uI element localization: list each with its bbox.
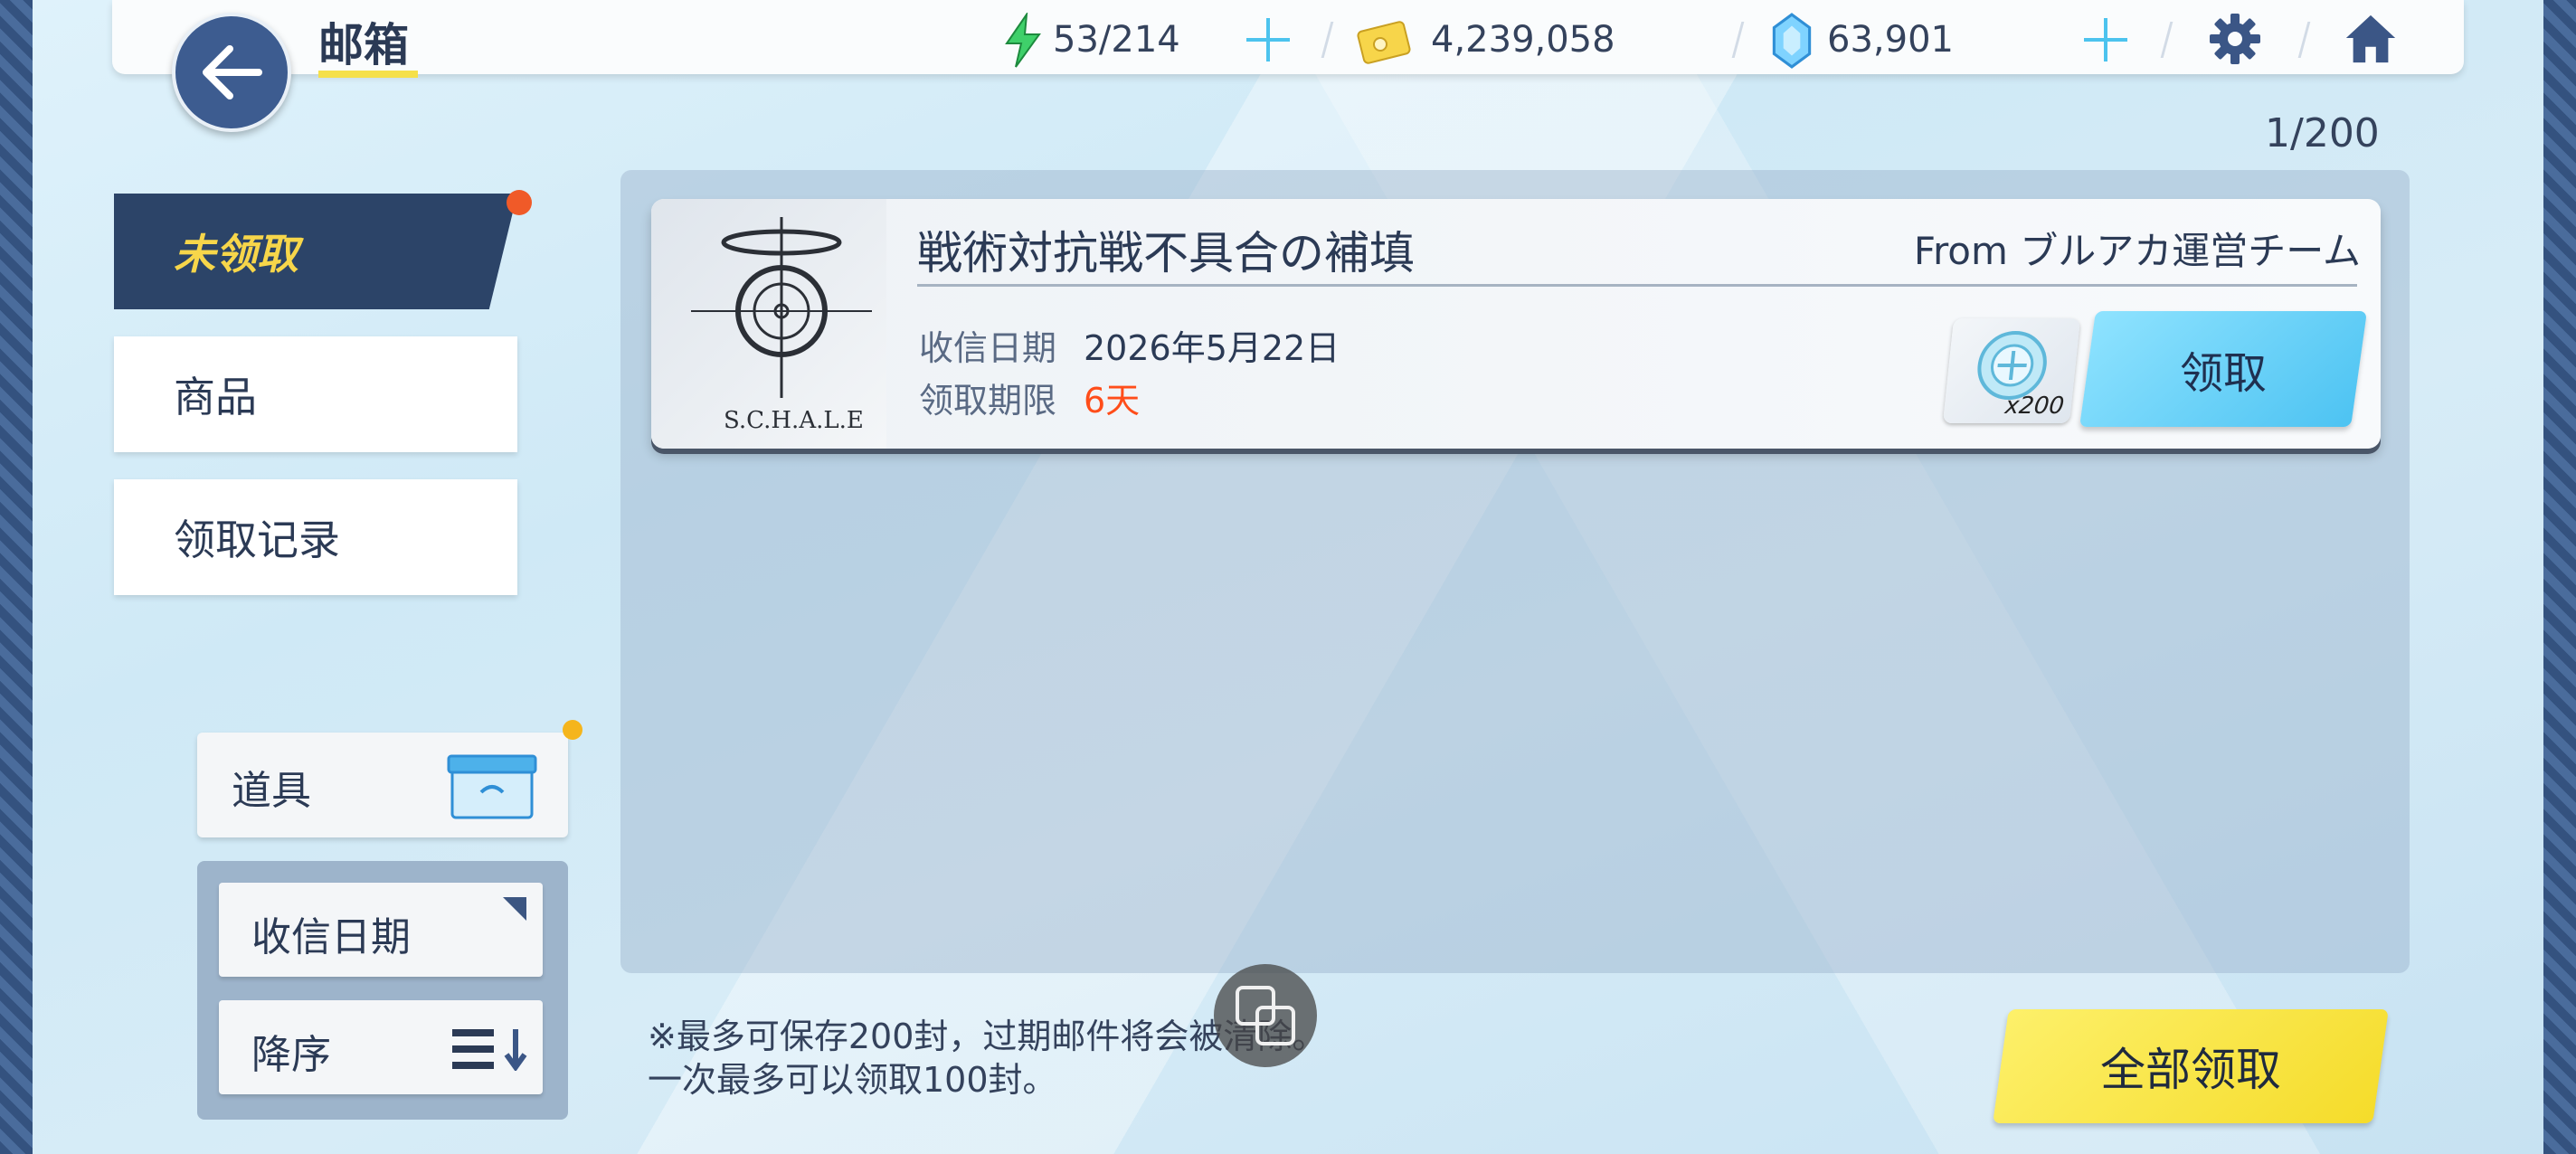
item-filter-label: 道具 <box>232 768 311 814</box>
credits-value: 4,239,058 <box>1431 19 1615 61</box>
sort-panel: 收信日期 降序 <box>197 861 568 1120</box>
claim-deadline-label: 领取期限 <box>919 381 1057 421</box>
stamina-value: 53/214 <box>1053 19 1180 61</box>
item-filter-button[interactable]: 道具 <box>197 733 568 837</box>
received-date-label: 收信日期 <box>919 328 1057 368</box>
sort-descending-icon <box>452 1029 527 1071</box>
claim-all-label: 全部领取 <box>2100 1044 2281 1096</box>
stamina-bolt-icon <box>1005 13 1041 68</box>
tab-unclaimed[interactable]: 未领取 <box>114 194 517 309</box>
claim-button-label: 领取 <box>2179 348 2267 399</box>
mail-title: 戦術対抗戦不具合の補填 <box>917 227 1415 279</box>
divider <box>917 284 2357 287</box>
sort-order-toggle[interactable]: 降序 <box>219 1000 543 1094</box>
page-title: 邮箱 <box>318 19 409 71</box>
tab-products[interactable]: 商品 <box>114 336 517 452</box>
title-underline <box>318 71 418 78</box>
claim-button[interactable]: 领取 <box>2079 311 2367 427</box>
notification-dot <box>507 190 532 215</box>
tab-claim-history[interactable]: 领取记录 <box>114 479 517 595</box>
add-stamina-button[interactable] <box>1241 13 1295 67</box>
translate-overlay-button[interactable] <box>1214 964 1317 1067</box>
mail-sender: From ブルアカ運営チーム <box>1913 229 2361 273</box>
back-button[interactable] <box>172 13 291 132</box>
mail-item[interactable]: S.C.H.A.L.E 戦術対抗戦不具合の補填 From ブルアカ運営チーム 收… <box>651 199 2381 449</box>
reward-quantity: x200 <box>2003 393 2066 420</box>
sort-field-label: 收信日期 <box>251 914 411 960</box>
item-box-icon <box>447 754 537 819</box>
credit-card-icon <box>1357 21 1411 64</box>
sort-field-dropdown[interactable]: 收信日期 <box>219 883 543 977</box>
home-icon[interactable] <box>2343 11 2399 67</box>
received-date-value: 2026年5月22日 <box>1084 328 1340 368</box>
back-arrow-icon <box>203 45 262 99</box>
sort-order-label: 降序 <box>251 1032 331 1078</box>
claim-deadline-value: 6天 <box>1084 381 1141 421</box>
gem-icon <box>1772 13 1812 69</box>
claim-all-button[interactable]: 全部领取 <box>1993 1009 2389 1123</box>
gems-value: 63,901 <box>1827 19 1954 61</box>
reward-item[interactable]: x200 <box>1942 318 2081 423</box>
translate-icon <box>1236 986 1295 1045</box>
logo-text: S.C.H.A.L.E <box>724 407 864 434</box>
notification-dot <box>563 720 582 740</box>
mail-count: 1/200 <box>2265 110 2380 156</box>
right-border-decoration <box>2543 0 2576 1154</box>
add-gems-button[interactable] <box>2079 13 2133 67</box>
left-border-decoration <box>0 0 33 1154</box>
schale-logo: S.C.H.A.L.E <box>651 199 886 449</box>
dropdown-corner-icon <box>503 897 526 921</box>
gear-icon[interactable] <box>2207 11 2263 67</box>
